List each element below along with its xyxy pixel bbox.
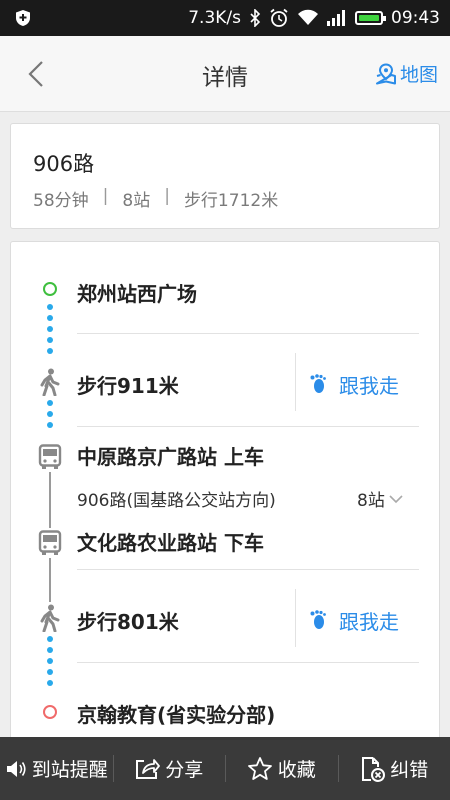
arrival-reminder-label: 到站提醒	[31, 759, 108, 781]
walk-dotted-line	[47, 400, 53, 433]
map-button[interactable]: 地图	[375, 60, 438, 87]
footprint-icon	[310, 609, 326, 629]
meta-separator: |	[164, 186, 170, 206]
wifi-icon	[297, 9, 319, 27]
signal-icon	[327, 10, 347, 26]
board-station: 中原路京广路站 上车	[77, 445, 264, 469]
route-steps-card: 郑州站西广场 步行911米 跟我走 中原路京广路站 上车 906路(国基路公交站…	[10, 241, 440, 741]
report-error-label: 纠错	[390, 759, 429, 781]
bus-route-line	[49, 472, 51, 528]
favorite-label: 收藏	[277, 759, 316, 781]
walk-step-1: 步行911米	[77, 374, 179, 398]
report-error-icon	[362, 756, 386, 782]
walk-dotted-line	[47, 304, 53, 359]
bus-route-line	[49, 558, 51, 602]
alight-station: 文化路农业路站 下车	[77, 531, 264, 555]
favorite-button[interactable]: 收藏	[225, 737, 338, 800]
share-label: 分享	[165, 759, 204, 781]
footprint-icon	[310, 373, 326, 393]
follow-me-label: 跟我走	[339, 610, 399, 634]
walk-step-2: 步行801米	[77, 610, 179, 634]
network-speed: 7.3K/s	[188, 8, 241, 28]
end-point-icon	[43, 705, 57, 719]
start-point-icon	[43, 282, 57, 296]
chevron-down-icon	[389, 494, 403, 503]
walking-person-icon	[40, 368, 60, 396]
share-icon	[136, 758, 161, 779]
bottom-toolbar: 到站提醒 分享 收藏 纠错	[0, 737, 450, 800]
walk-dotted-line	[47, 636, 53, 691]
alarm-icon	[269, 8, 289, 28]
route-walk-distance: 步行1712米	[183, 191, 279, 211]
walking-person-icon	[40, 604, 60, 632]
route-name: 906路	[33, 152, 95, 176]
bus-icon	[38, 530, 62, 555]
status-bar: 7.3K/s 09:43	[0, 0, 450, 36]
route-duration: 58分钟	[33, 191, 89, 211]
follow-me-button-1[interactable]: 跟我走	[309, 370, 399, 399]
map-pin-icon	[375, 62, 396, 84]
bus-line-direction: 906路(国基路公交站方向)	[77, 491, 276, 511]
stop-count-toggle[interactable]: 8站	[357, 486, 403, 511]
bus-icon	[38, 444, 62, 469]
divider	[77, 662, 419, 663]
route-summary-card: 906路 58分钟 | 8站 | 步行1712米	[10, 123, 440, 229]
clock-time: 09:43	[391, 8, 440, 28]
map-label: 地图	[399, 64, 438, 86]
speaker-icon	[6, 760, 26, 777]
stop-count: 8站	[357, 491, 385, 511]
divider	[77, 569, 419, 570]
follow-me-label: 跟我走	[339, 374, 399, 398]
vertical-divider	[295, 353, 296, 411]
app-header: 详情 地图	[0, 36, 450, 112]
route-stop-count: 8站	[122, 191, 151, 211]
report-error-button[interactable]: 纠错	[337, 737, 450, 800]
share-button[interactable]: 分享	[112, 737, 226, 800]
battery-icon	[355, 11, 386, 25]
shield-icon	[16, 10, 30, 26]
divider	[77, 333, 419, 334]
divider	[77, 426, 419, 427]
vertical-divider	[295, 589, 296, 647]
status-right: 7.3K/s 09:43	[188, 0, 440, 36]
arrival-reminder-button[interactable]: 到站提醒	[0, 737, 113, 800]
follow-me-button-2[interactable]: 跟我走	[309, 606, 399, 635]
bluetooth-icon	[249, 9, 261, 27]
meta-separator: |	[102, 186, 109, 206]
route-meta: 58分钟 | 8站 | 步行1712米	[33, 186, 278, 211]
start-station: 郑州站西广场	[77, 282, 197, 306]
end-destination: 京翰教育(省实验分部)	[77, 703, 276, 727]
star-icon	[247, 756, 272, 780]
